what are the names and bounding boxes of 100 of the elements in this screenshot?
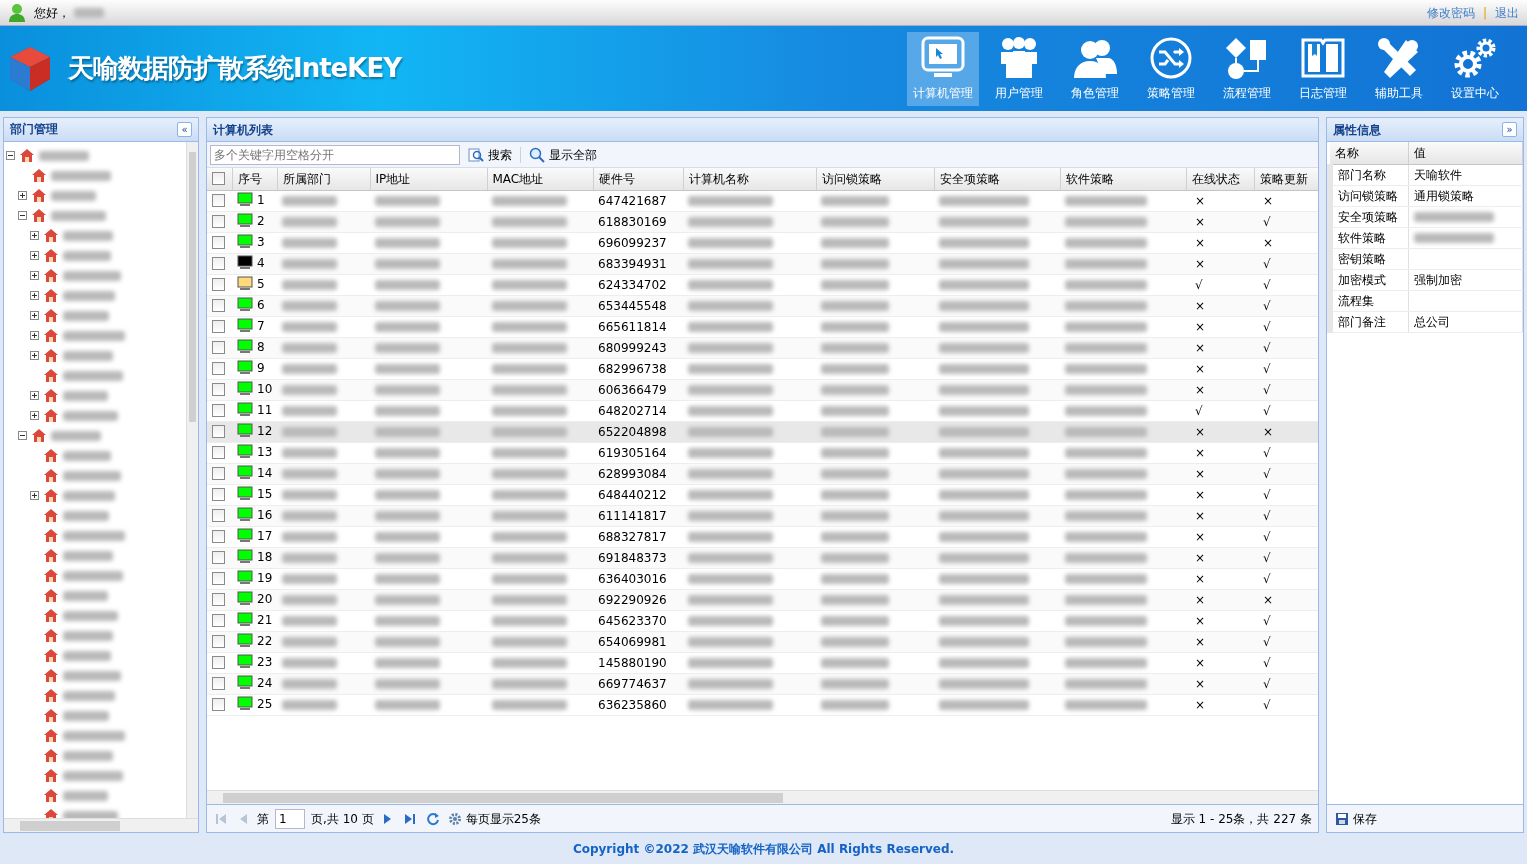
redacted-text: [63, 490, 115, 501]
redacted-text: [375, 511, 440, 521]
expand-toggle-icon[interactable]: [30, 491, 39, 501]
row-checkbox[interactable]: [212, 236, 225, 249]
row-checkbox[interactable]: [212, 656, 225, 669]
row-checkbox[interactable]: [212, 320, 225, 333]
row-checkbox[interactable]: [212, 278, 225, 291]
row-number: 12: [257, 424, 273, 437]
online-status: ×: [1195, 676, 1206, 691]
nav-tab[interactable]: 辅助工具: [1363, 31, 1435, 106]
row-number: 7: [257, 319, 265, 332]
expand-toggle-icon[interactable]: [30, 271, 39, 281]
column-header[interactable]: 硬件号: [593, 168, 683, 190]
collapse-toggle-icon[interactable]: [6, 151, 15, 161]
search-button[interactable]: 搜索: [466, 145, 514, 164]
row-checkbox[interactable]: [212, 677, 225, 690]
expand-toggle-icon[interactable]: [30, 231, 39, 241]
column-header[interactable]: 在线状态: [1186, 168, 1254, 190]
row-checkbox[interactable]: [212, 593, 225, 606]
row-checkbox[interactable]: [212, 362, 225, 375]
select-all-checkbox[interactable]: [212, 172, 225, 186]
redacted-text: [821, 490, 889, 500]
row-checkbox[interactable]: [212, 257, 225, 270]
redacted-text: [282, 490, 337, 500]
page-field[interactable]: 1: [275, 808, 305, 829]
row-number: 19: [257, 571, 273, 584]
redacted-text: [821, 679, 889, 689]
nav-tab[interactable]: 策略管理: [1135, 31, 1207, 106]
redacted-text: [821, 322, 889, 332]
horizontal-scrollbar[interactable]: [4, 818, 198, 832]
column-header[interactable]: 安全项策略: [934, 168, 1060, 190]
row-checkbox[interactable]: [212, 635, 225, 648]
hardware-id: 628993084: [598, 466, 667, 481]
show-all-button[interactable]: 显示全部: [527, 145, 599, 164]
nav-tab[interactable]: 角色管理: [1059, 31, 1131, 106]
column-header[interactable]: 所属部门: [277, 168, 370, 190]
redacted-text: [282, 280, 337, 290]
redacted-text: [375, 595, 440, 605]
redacted-text: [282, 658, 337, 668]
collapse-button[interactable]: »: [1502, 122, 1517, 137]
row-checkbox[interactable]: [212, 551, 225, 564]
expand-toggle-icon[interactable]: [30, 251, 39, 261]
hardware-id: 606366479: [598, 382, 667, 397]
row-number: 4: [257, 256, 265, 269]
house-icon: [43, 328, 59, 344]
expand-toggle-icon[interactable]: [30, 411, 39, 421]
redacted-text: [375, 322, 440, 332]
row-checkbox[interactable]: [212, 425, 225, 438]
column-header[interactable]: 策略更新: [1254, 168, 1318, 190]
expand-toggle-icon[interactable]: [30, 331, 39, 341]
monitor-icon: [920, 35, 966, 80]
expand-toggle-icon[interactable]: [30, 351, 39, 361]
column-header[interactable]: 软件策略: [1060, 168, 1186, 190]
row-checkbox[interactable]: [212, 572, 225, 585]
hardware-id: 645623370: [598, 613, 667, 628]
redacted-text: [282, 385, 337, 395]
redacted-text: [821, 427, 889, 437]
row-checkbox[interactable]: [212, 530, 225, 543]
row-checkbox[interactable]: [212, 194, 225, 207]
collapse-toggle-icon[interactable]: [18, 211, 27, 221]
search-field[interactable]: 多个关键字用空格分开: [210, 144, 460, 165]
row-checkbox[interactable]: [212, 467, 225, 480]
row-checkbox[interactable]: [212, 698, 225, 711]
row-checkbox[interactable]: [212, 341, 225, 354]
save-button[interactable]: 保存: [1333, 809, 1379, 828]
expand-toggle-icon[interactable]: [30, 391, 39, 401]
nav-tab[interactable]: 流程管理: [1211, 31, 1283, 106]
row-checkbox[interactable]: [212, 215, 225, 228]
collapse-button[interactable]: «: [177, 121, 192, 137]
column-header[interactable]: 序号: [232, 168, 277, 190]
row-checkbox[interactable]: [212, 509, 225, 522]
top-link[interactable]: 退出: [1495, 3, 1519, 22]
expand-toggle-icon[interactable]: [30, 291, 39, 301]
expand-toggle-icon[interactable]: [30, 311, 39, 321]
expand-toggle-icon[interactable]: [18, 191, 27, 201]
row-checkbox[interactable]: [212, 383, 225, 396]
nav-tab[interactable]: 用户管理: [983, 31, 1055, 106]
column-header[interactable]: IP地址: [370, 168, 487, 190]
row-checkbox[interactable]: [212, 614, 225, 627]
row-checkbox[interactable]: [212, 488, 225, 501]
redacted-text: [375, 301, 440, 311]
nav-tab[interactable]: 设置中心: [1439, 31, 1511, 106]
column-header[interactable]: MAC地址: [487, 168, 593, 190]
redacted-text: [821, 196, 889, 206]
row-checkbox[interactable]: [212, 299, 225, 312]
column-header[interactable]: 访问锁策略: [816, 168, 934, 190]
nav-tab[interactable]: 日志管理: [1287, 31, 1359, 106]
house-icon: [19, 148, 35, 164]
horizontal-scrollbar[interactable]: [207, 790, 1318, 804]
vertical-scrollbar[interactable]: [186, 141, 198, 819]
column-header[interactable]: 计算机名称: [683, 168, 816, 190]
collapse-toggle-icon[interactable]: [18, 431, 27, 441]
row-checkbox[interactable]: [212, 446, 225, 459]
row-checkbox[interactable]: [212, 404, 225, 417]
hardware-id: 648440212: [598, 487, 667, 502]
hardware-id: 145880190: [598, 655, 667, 670]
redacted-text: [282, 532, 337, 542]
house-icon: [43, 708, 59, 724]
row-number: 2: [257, 214, 265, 227]
top-link[interactable]: 修改密码: [1426, 3, 1475, 22]
